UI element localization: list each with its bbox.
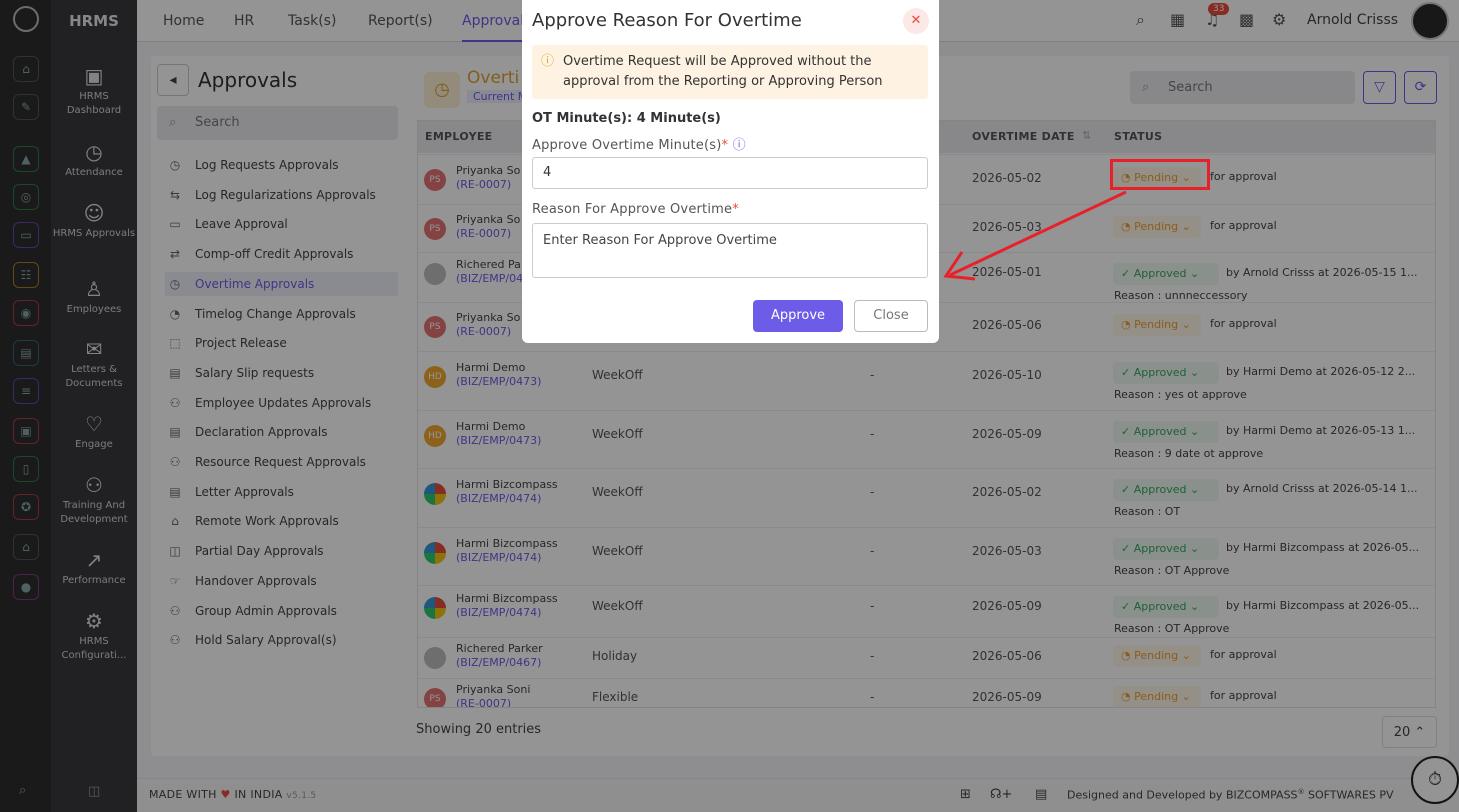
ot-minutes-text: OT Minute(s): 4 Minute(s) [532, 111, 721, 126]
info-circle-icon: ⓘ [541, 54, 555, 69]
reason-textarea[interactable]: Enter Reason For Approve Overtime [532, 223, 928, 278]
close-icon: ✕ [910, 13, 922, 28]
close-button[interactable]: Close [854, 300, 928, 332]
modal-close-button[interactable]: ✕ [903, 8, 929, 34]
modal-title: Approve Reason For Overtime [532, 10, 802, 31]
approve-overtime-modal: Approve Reason For Overtime ✕ ⓘ Overtime … [522, 0, 939, 343]
modal-warning: ⓘ Overtime Request will be Approved witho… [532, 45, 928, 99]
reason-label: Reason For Approve Overtime* [532, 202, 739, 217]
annotation-highlight-box [1110, 159, 1210, 190]
approve-button[interactable]: Approve [753, 300, 843, 332]
minutes-label: Approve Overtime Minute(s)* ⓘ [532, 138, 746, 153]
approve-minutes-input[interactable]: 4 [532, 157, 928, 189]
info-icon[interactable]: ⓘ [733, 138, 746, 153]
